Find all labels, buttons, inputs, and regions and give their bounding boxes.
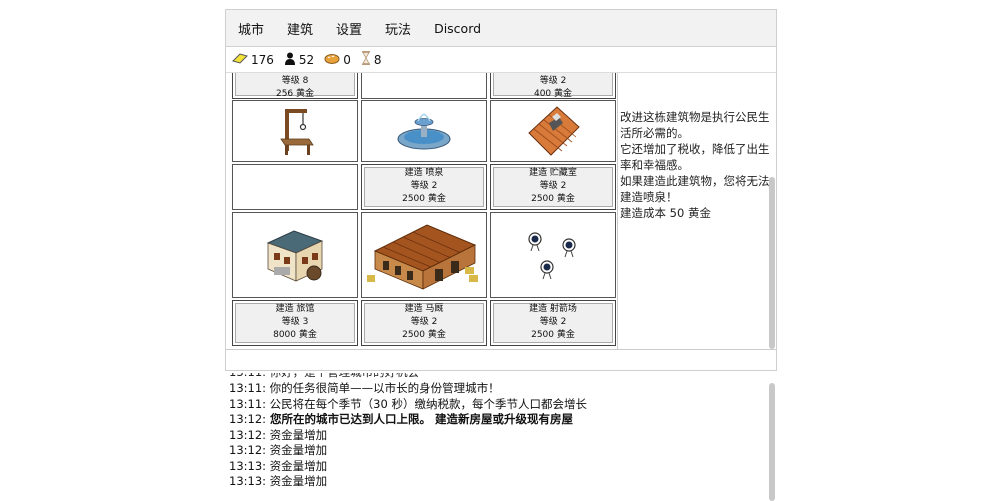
gallows-cell[interactable] [232,100,358,162]
action-label: 建造 贮藏室 [529,168,577,178]
empty-cell [232,164,358,210]
archery-targets-icon [528,232,576,280]
description-line: 如果建造此建筑物，您将无法建造喷泉！ [620,174,770,204]
building-description: 改进这栋建筑物是执行公民生活所必需的。 它还增加了税收，降低了出生率和幸福感。 … [620,109,772,221]
stable-icon [367,224,478,290]
action-label: 建造 旅馆 [275,304,315,314]
level-label: 等级 8 [281,76,309,86]
log-message: 公民将在每个季节（30 秒）缴纳税款，每个季节人口都会增长 [269,396,587,411]
menu-city[interactable]: 城市 [238,19,264,38]
description-line: 它还增加了税收，降低了出生率和幸福感。 [620,142,770,172]
storehouse-icon [528,106,580,156]
log-time: 13:12: [229,443,267,457]
event-log: 13:11: 你好，是个管理城市的好机会 13:11: 你的任务很简单——以市长… [225,373,777,501]
empty-cell [361,73,487,99]
time-stat: 8 [361,51,382,68]
gold-value: 176 [251,52,274,67]
menu-settings[interactable]: 设置 [336,19,362,38]
cost-label: 8000 黄金 [273,330,317,340]
log-line: 13:12: 资金量增加 [225,443,777,459]
log-line: 13:12: 您所在的城市已达到人口上限。 建造新房屋或升级现有房屋 [225,412,777,428]
menu-bar: 城市 建筑 设置 玩法 Discord [226,10,776,47]
log-line: 13:11: 公民将在每个季节（30 秒）缴纳税款，每个季节人口都会增长 [225,397,777,413]
log-lines: 13:11: 你的任务很简单——以市长的身份管理城市！ 13:11: 公民将在每个… [225,381,777,490]
log-message: 资金量增加 [269,443,328,457]
hourglass-icon [361,51,374,68]
log-time: 13:11: [229,381,267,395]
log-line: 13:11: 你的任务很简单——以市长的身份管理城市！ [225,381,777,397]
level-label: 等级 2 [410,181,438,191]
level-label: 等级 3 [281,317,309,327]
log-time: 13:12: [229,427,267,442]
cost-label: 2500 黄金 [531,194,575,204]
level-label: 等级 2 [410,317,438,327]
log-line: 13:13: 资金量增加 [225,474,777,490]
building-panel: 等级 8 256 黄金 等级 2 400 黄金 建造 喷泉 等级 2 2500 … [226,73,776,349]
description-line: 改进这栋建筑物是执行公民生活所必需的。 [620,110,770,140]
log-message: 你的任务很简单——以市长的身份管理城市！ [269,381,500,395]
panel-scrollbar-thumb[interactable] [769,177,775,349]
log-message: 资金量增加 [269,458,328,473]
log-message: 您所在的城市已达到人口上限。 建造新房屋或升级现有房屋 [270,412,574,426]
food-value: 0 [343,52,351,67]
level-label: 等级 2 [539,76,567,86]
log-message: 资金量增加 [269,427,328,442]
log-time: 13:13: [229,474,267,488]
build-storehouse-button[interactable]: 建造 贮藏室 等级 2 2500 黄金 [490,164,616,210]
menu-gameplay[interactable]: 玩法 [385,19,411,38]
storehouse-cell[interactable] [490,100,616,162]
archery-cell[interactable] [490,212,616,298]
person-icon [284,52,299,68]
divider [617,73,618,349]
fountain-cell[interactable] [361,100,487,162]
game-window: 城市 建筑 设置 玩法 Discord 176 52 0 8 等级 8 256 … [225,9,777,371]
action-label: 建造 射箭场 [529,304,577,314]
population-stat: 52 [284,52,314,68]
action-label: 建造 喷泉 [404,168,444,178]
fountain-icon [397,113,451,150]
log-clipped-line: 13:11: 你好，是个管理城市的好机会 [225,373,777,381]
panel-footer [226,349,776,360]
cost-label: 2500 黄金 [402,194,446,204]
log-line: 13:12: 资金量增加 [225,428,777,444]
gold-stat: 176 [232,52,274,67]
panel-scrollbar[interactable] [769,73,775,349]
gold-icon [232,52,251,67]
time-value: 8 [373,52,382,67]
level-label: 等级 2 [539,317,567,327]
log-time: 13:13: [229,458,267,473]
stable-cell[interactable] [361,212,487,298]
build-fountain-button[interactable]: 建造 喷泉 等级 2 2500 黄金 [361,164,487,210]
log-line: 13:13: 资金量增加 [225,459,777,475]
build-archery-range-button[interactable]: 建造 射箭场 等级 2 2500 黄金 [490,300,616,346]
cost-label: 2500 黄金 [402,330,446,340]
menu-discord[interactable]: Discord [434,21,481,36]
build-stable-button[interactable]: 建造 马厩 等级 2 2500 黄金 [361,300,487,346]
food-stat: 0 [324,52,351,67]
population-value: 52 [298,52,315,67]
resource-bar: 176 52 0 8 [226,47,776,73]
level-label: 等级 2 [539,181,567,191]
description-cost: 建造成本 50 黄金 [620,206,711,220]
log-scrollbar-thumb[interactable] [769,383,775,501]
log-line: 13:11: 你好，是个管理城市的好机会 [225,373,419,381]
tavern-icon [266,230,324,282]
action-label: 建造 马厩 [404,304,444,314]
cost-label: 2500 黄金 [531,330,575,340]
tavern-cell[interactable] [232,212,358,298]
log-time: 13:12: [229,412,267,426]
log-message: 资金量增加 [269,474,328,488]
bread-icon [324,52,343,67]
log-time: 13:11: [229,396,267,411]
gallows-icon [280,109,314,155]
menu-buildings[interactable]: 建筑 [287,19,313,38]
upgrade-button-2[interactable]: 等级 2 400 黄金 [490,73,616,99]
upgrade-button-1[interactable]: 等级 8 256 黄金 [232,73,358,99]
build-tavern-button[interactable]: 建造 旅馆 等级 3 8000 黄金 [232,300,358,346]
